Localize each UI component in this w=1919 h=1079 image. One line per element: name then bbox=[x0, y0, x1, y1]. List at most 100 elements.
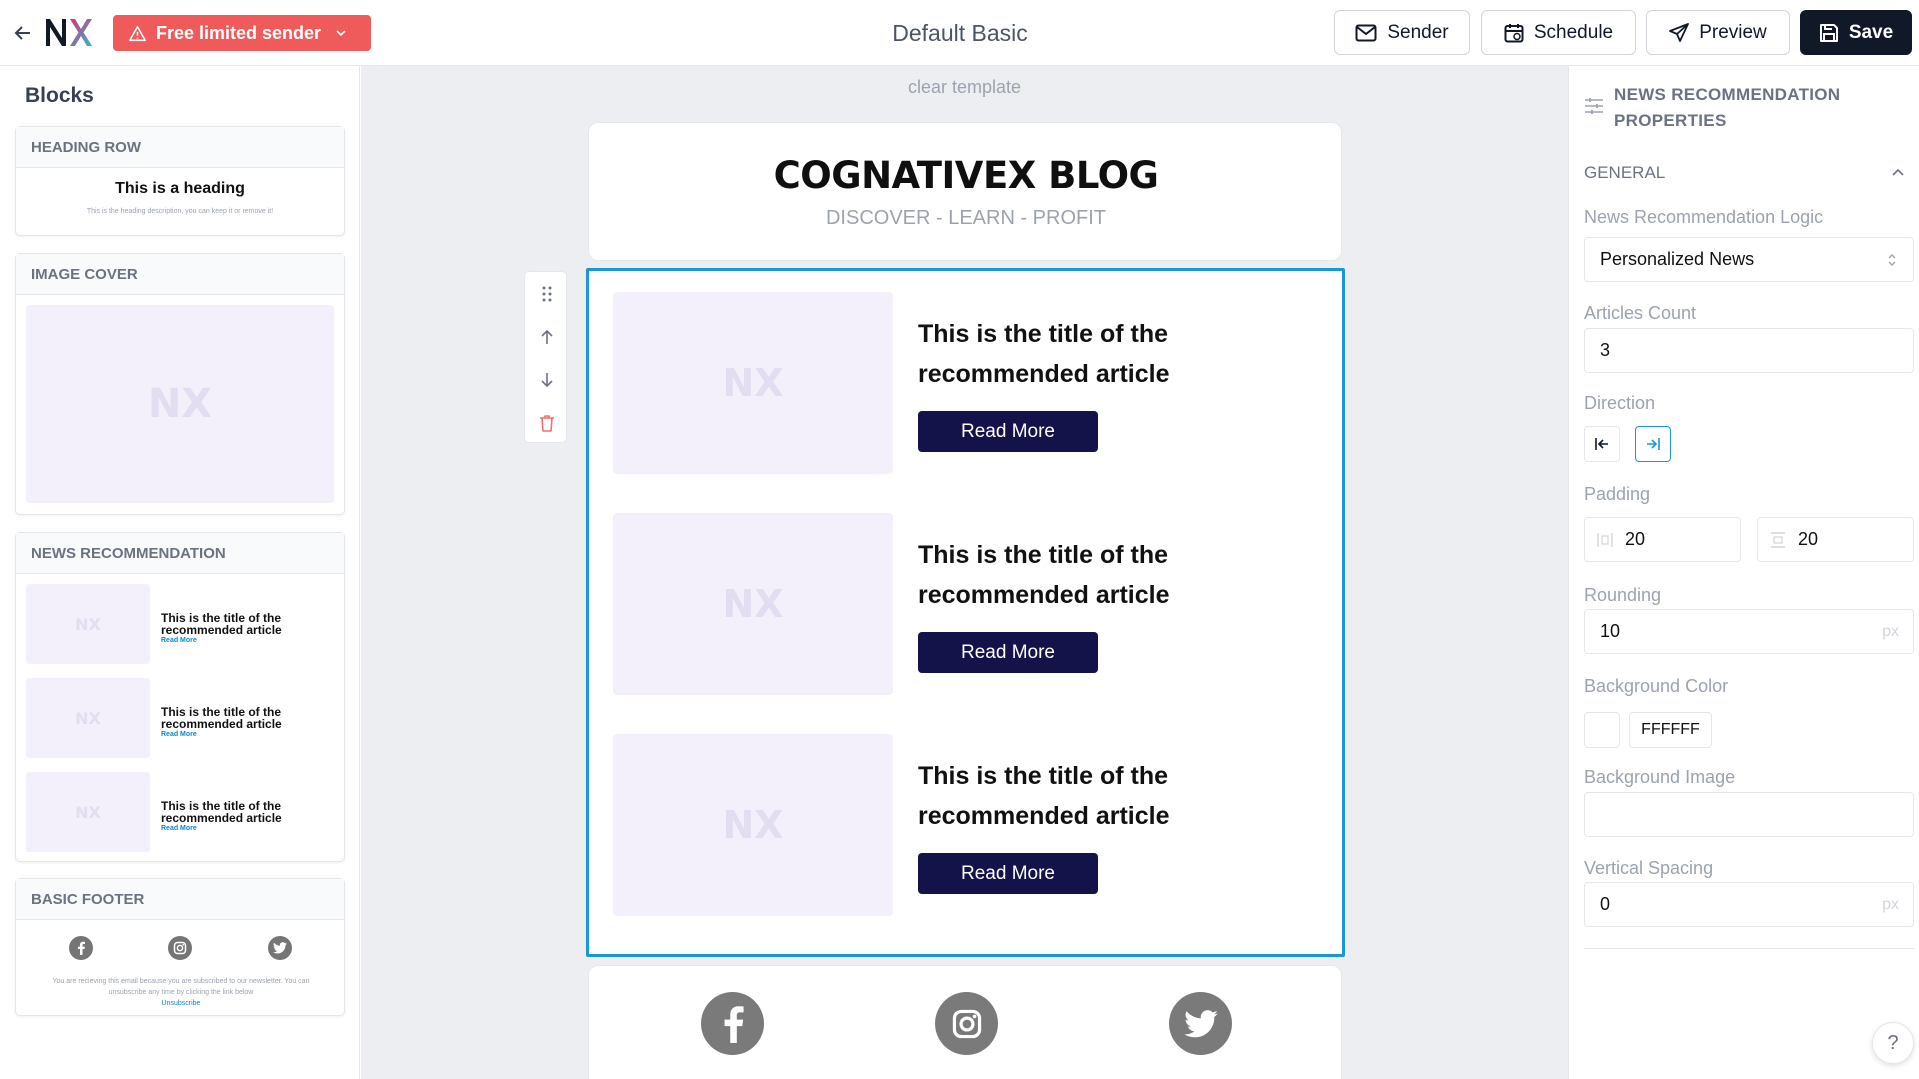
template-title: Default Basic bbox=[892, 20, 1028, 46]
free-limited-sender-badge[interactable]: Free limited sender bbox=[113, 15, 371, 51]
logic-select[interactable]: Personalized News bbox=[1584, 237, 1914, 282]
padding-vertical-input[interactable]: 20 bbox=[1757, 517, 1914, 562]
block-toolbar bbox=[524, 271, 567, 443]
preview-button[interactable]: Preview bbox=[1646, 10, 1790, 55]
twitter-icon[interactable] bbox=[1169, 992, 1232, 1055]
properties-panel: NEWS RECOMMENDATION PROPERTIES GENERAL N… bbox=[1568, 66, 1919, 1079]
direction-left-icon[interactable] bbox=[1584, 426, 1620, 462]
direction-right-icon[interactable] bbox=[1635, 426, 1671, 462]
properties-title: NEWS RECOMMENDATION PROPERTIES bbox=[1614, 85, 1841, 130]
clear-template-link[interactable]: clear template bbox=[361, 77, 1568, 98]
save-button[interactable]: Save bbox=[1800, 10, 1912, 55]
padding-horizontal-input[interactable]: 20 bbox=[1584, 517, 1741, 562]
top-bar: Free limited sender Default Basic Sender… bbox=[0, 0, 1919, 66]
instagram-icon bbox=[168, 936, 192, 960]
background-image-input[interactable] bbox=[1584, 792, 1914, 837]
blog-title[interactable]: COGNATIVEX BLOG bbox=[589, 154, 1343, 197]
move-down-icon[interactable] bbox=[525, 358, 568, 401]
vertical-spacing-label: Vertical Spacing bbox=[1584, 858, 1714, 878]
drag-handle-icon[interactable] bbox=[525, 272, 568, 315]
logic-label: News Recommendation Logic bbox=[1584, 207, 1824, 227]
chevron-up-icon[interactable] bbox=[1891, 166, 1905, 180]
image-placeholder: NX bbox=[26, 305, 334, 503]
direction-label: Direction bbox=[1584, 393, 1656, 413]
sender-button[interactable]: Sender bbox=[1334, 10, 1470, 55]
block-label: IMAGE COVER bbox=[16, 254, 344, 295]
mini-article-title: This is the title of the recommended art… bbox=[161, 611, 282, 637]
mini-article: NX This is the title of the recommended … bbox=[26, 678, 336, 758]
padding-horizontal-icon bbox=[1597, 532, 1613, 547]
mini-read-more-link: Read More bbox=[161, 637, 197, 644]
warning-icon bbox=[129, 25, 146, 41]
rounding-value: 10 bbox=[1600, 621, 1621, 641]
twitter-icon bbox=[268, 936, 292, 960]
heading-row-section[interactable]: COGNATIVEX BLOG DISCOVER - LEARN - PROFI… bbox=[588, 122, 1342, 261]
schedule-button[interactable]: Schedule bbox=[1481, 10, 1636, 55]
image-placeholder: NX bbox=[26, 584, 150, 664]
articles-count-input[interactable]: 3 bbox=[1584, 328, 1914, 373]
select-arrows-icon bbox=[1888, 253, 1896, 266]
unsubscribe-link: Unsubscribe bbox=[161, 1000, 201, 1007]
preview-button-label: Preview bbox=[1699, 21, 1767, 43]
rounding-input[interactable]: 10 px bbox=[1584, 609, 1914, 654]
blog-subtitle[interactable]: DISCOVER - LEARN - PROFIT bbox=[589, 207, 1343, 230]
back-arrow-icon[interactable] bbox=[10, 20, 36, 46]
move-up-icon[interactable] bbox=[525, 315, 568, 358]
mail-icon bbox=[1355, 24, 1377, 41]
image-cover-block[interactable]: IMAGE COVER NX bbox=[15, 253, 345, 515]
instagram-icon[interactable] bbox=[935, 992, 998, 1055]
padding-vertical-icon bbox=[1771, 531, 1785, 548]
padding-vertical-value: 20 bbox=[1798, 529, 1819, 549]
divider bbox=[1584, 948, 1914, 949]
calendar-clock-icon bbox=[1504, 23, 1524, 42]
blocks-panel: Blocks HEADING ROW This is a heading Thi… bbox=[0, 66, 360, 1079]
mini-read-more-link: Read More bbox=[161, 731, 197, 738]
read-more-button[interactable]: Read More bbox=[918, 632, 1098, 673]
basic-footer-block[interactable]: BASIC FOOTER You are recieving this emai… bbox=[15, 878, 345, 1016]
schedule-button-label: Schedule bbox=[1533, 21, 1614, 43]
background-color-label: Background Color bbox=[1584, 676, 1729, 696]
background-color-input[interactable]: FFFFFF bbox=[1629, 712, 1712, 748]
blocks-panel-title: Blocks bbox=[25, 84, 94, 107]
rounding-unit: px bbox=[1882, 622, 1899, 640]
delete-icon[interactable] bbox=[525, 401, 568, 444]
articles-count-value: 3 bbox=[1600, 340, 1611, 360]
article-image-placeholder: NX bbox=[613, 292, 893, 474]
help-button[interactable]: ? bbox=[1872, 1022, 1914, 1064]
news-recommendation-section[interactable]: NX This is the title of the recommended … bbox=[586, 268, 1345, 957]
send-icon bbox=[1669, 22, 1690, 42]
mini-article-title: This is the title of the recommended art… bbox=[161, 799, 282, 825]
vertical-spacing-input[interactable]: 0 px bbox=[1584, 882, 1914, 927]
article-title[interactable]: This is the title of the recommended art… bbox=[918, 535, 1278, 615]
save-icon bbox=[1819, 23, 1838, 42]
padding-horizontal-value: 20 bbox=[1625, 529, 1646, 549]
mini-footer-text: You are recieving this email because you… bbox=[36, 976, 326, 1009]
facebook-icon bbox=[69, 936, 93, 960]
vertical-spacing-unit: px bbox=[1882, 895, 1899, 913]
mini-article: NX This is the title of the recommended … bbox=[26, 772, 336, 852]
image-placeholder: NX bbox=[26, 678, 150, 758]
heading-row-block[interactable]: HEADING ROW This is a heading This is th… bbox=[15, 126, 345, 236]
article-title[interactable]: This is the title of the recommended art… bbox=[918, 756, 1278, 836]
rounding-label: Rounding bbox=[1584, 585, 1662, 605]
background-image-label: Background Image bbox=[1584, 767, 1736, 787]
articles-count-label: Articles Count bbox=[1584, 303, 1697, 323]
article-image-placeholder: NX bbox=[613, 513, 893, 695]
article-item: NX This is the title of the recommended … bbox=[613, 734, 1313, 916]
sliders-icon bbox=[1585, 98, 1603, 114]
save-button-label: Save bbox=[1848, 21, 1894, 43]
facebook-icon[interactable] bbox=[701, 992, 764, 1055]
article-image-placeholder: NX bbox=[613, 734, 893, 916]
read-more-button[interactable]: Read More bbox=[918, 853, 1098, 894]
footer-section[interactable] bbox=[588, 965, 1342, 1079]
read-more-button[interactable]: Read More bbox=[918, 411, 1098, 452]
general-section-header[interactable]: GENERAL bbox=[1584, 163, 1665, 183]
block-label: HEADING ROW bbox=[16, 127, 344, 168]
news-recommendation-block[interactable]: NEWS RECOMMENDATION NX This is the title… bbox=[15, 532, 345, 862]
mini-heading: This is a heading bbox=[115, 180, 245, 197]
image-placeholder: NX bbox=[26, 772, 150, 852]
background-color-swatch[interactable] bbox=[1584, 712, 1620, 748]
sender-badge-label: Free limited sender bbox=[156, 22, 322, 43]
article-title[interactable]: This is the title of the recommended art… bbox=[918, 314, 1278, 394]
mini-read-more-link: Read More bbox=[161, 825, 197, 832]
